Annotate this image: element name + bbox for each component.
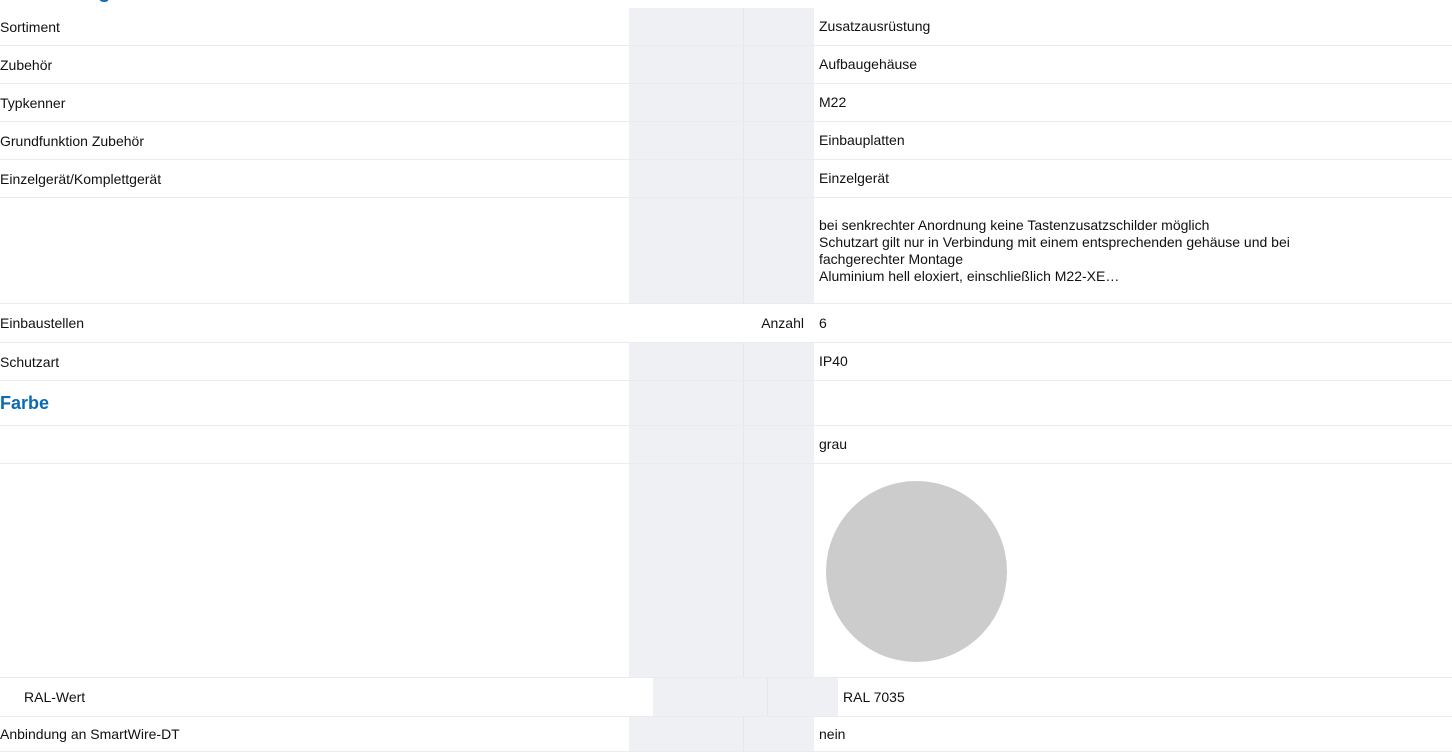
row-value: grau — [819, 436, 848, 452]
table-row-grundfunktion: Grundfunktion Zubehör Einbauplatten — [0, 122, 1452, 160]
note-line: Schutzart gilt nur in Verbindung mit ein… — [819, 234, 1290, 250]
table-row-notes: bei senkrechter Anordnung keine Tastenzu… — [0, 198, 1452, 304]
row-value: Einzelgerät — [819, 170, 890, 186]
row-value: Zusatzausrüstung — [819, 18, 931, 34]
row-label — [0, 426, 629, 463]
row-unit — [629, 198, 814, 303]
note-line: fachgerechter Montage — [819, 251, 963, 267]
row-unit — [629, 46, 814, 83]
row-label: Anbindung an SmartWire-DT — [0, 726, 180, 742]
row-unit: Anzahl — [629, 304, 814, 342]
table-row-einzelgeraet: Einzelgerät/Komplettgerät Einzelgerät — [0, 160, 1452, 198]
table-row-color-name: grau — [0, 426, 1452, 464]
table-row-sortiment: Sortiment Zusatzausrüstung — [0, 8, 1452, 46]
row-unit — [629, 8, 814, 45]
row-label — [0, 198, 629, 303]
row-label: Grundfunktion Zubehör — [0, 132, 144, 149]
note-line: bei senkrechter Anordnung keine Tastenzu… — [819, 217, 1210, 233]
row-unit — [629, 160, 814, 197]
section-row-farbe: Farbe — [0, 381, 1452, 426]
row-value: Aufbaugehäuse — [819, 56, 918, 72]
row-label: Einzelgerät/Komplettgerät — [0, 170, 162, 187]
row-label: RAL-Wert — [24, 689, 86, 705]
row-value: RAL 7035 — [843, 688, 905, 705]
row-label — [0, 464, 629, 677]
row-value: nein — [819, 725, 846, 742]
row-unit — [629, 381, 814, 425]
row-unit — [629, 84, 814, 121]
row-unit — [629, 464, 814, 677]
row-label: Sortiment — [0, 18, 60, 35]
row-label: Typkenner — [0, 94, 66, 111]
row-unit — [653, 678, 838, 716]
row-unit — [629, 717, 814, 751]
table-row-ral: RAL-Wert RAL 7035 — [0, 678, 1452, 717]
table-row-smartwire: Anbindung an SmartWire-DT nein — [0, 717, 1452, 752]
row-value: Einbauplatten — [819, 132, 905, 148]
section-title: Farbe — [0, 392, 50, 413]
table-row-einbaustellen: Einbaustellen Anzahl 6 — [0, 304, 1452, 343]
color-swatch — [826, 481, 1007, 662]
table-row-zubehoer: Zubehör Aufbaugehäuse — [0, 46, 1452, 84]
row-unit — [629, 426, 814, 463]
row-label: Zubehör — [0, 56, 53, 73]
row-unit — [629, 343, 814, 380]
table-row-typkenner: Typkenner M22 — [0, 84, 1452, 122]
row-unit — [629, 122, 814, 159]
row-value: IP40 — [819, 353, 848, 369]
note-line: Aluminium hell eloxiert, einschließlich … — [819, 268, 1120, 284]
row-value: M22 — [819, 94, 847, 110]
row-value — [814, 381, 1452, 425]
row-label: Schutzart — [0, 353, 60, 370]
row-value: 6 — [819, 314, 827, 331]
table-row-schutzart: Schutzart IP40 — [0, 343, 1452, 381]
row-value-notes: bei senkrechter Anordnung keine Tastenzu… — [814, 198, 1452, 303]
spec-table: Sortiment Zusatzausrüstung Zubehör Aufba… — [0, 8, 1452, 752]
swatch-cell — [814, 464, 1452, 677]
cut-off-section-heading: Ausrüstung — [0, 0, 110, 4]
row-label: Einbaustellen — [0, 315, 85, 331]
table-row-color-swatch — [0, 464, 1452, 678]
